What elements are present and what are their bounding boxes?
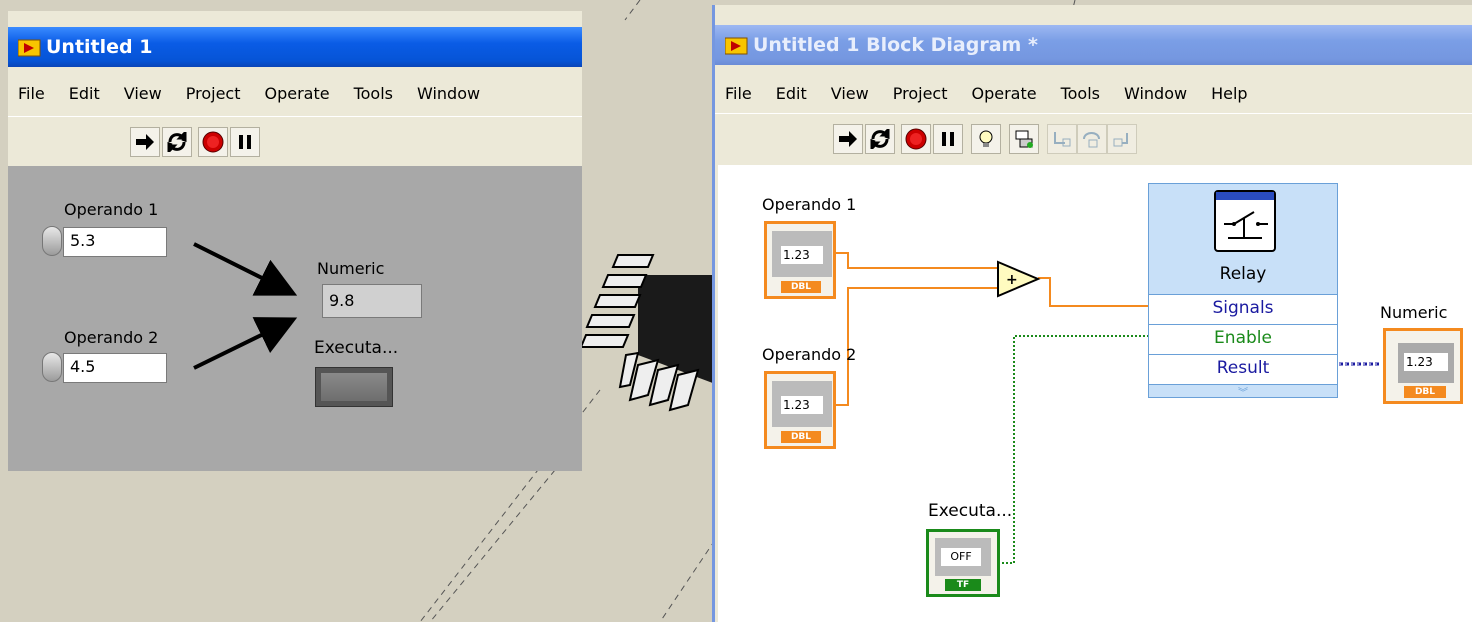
bd-op2-value-display: 1.23 — [781, 396, 823, 414]
labview-app-icon — [17, 38, 41, 57]
abort-icon[interactable] — [901, 124, 931, 154]
menu-project[interactable]: Project — [893, 84, 948, 103]
relay-enable-input[interactable]: Enable — [1149, 324, 1337, 354]
menu-view[interactable]: View — [831, 84, 869, 103]
bd-execute-tf-tag: TF — [945, 579, 981, 591]
bd-execute-label: Executa... — [928, 501, 1013, 521]
menu-file[interactable]: File — [725, 84, 752, 103]
step-over-icon[interactable] — [1077, 124, 1107, 154]
front-panel-menubar: File Edit View Project Operate Tools Win… — [8, 79, 582, 107]
execute-label: Executa... — [314, 338, 399, 358]
relay-signals-input[interactable]: Signals — [1149, 294, 1337, 324]
operando-2-spinner[interactable] — [42, 352, 62, 382]
add-function-node[interactable]: + — [996, 260, 1042, 300]
menu-view[interactable]: View — [124, 84, 162, 103]
front-panel-canvas: Operando 1 5.3 Operando 2 4.5 Numeric 9.… — [8, 166, 582, 471]
bd-operando-1-label: Operando 1 — [762, 195, 857, 214]
run-arrow-icon[interactable] — [130, 127, 160, 157]
pause-icon[interactable] — [230, 127, 260, 157]
step-into-icon[interactable] — [1047, 124, 1077, 154]
add-symbol: + — [1006, 272, 1018, 288]
block-diagram-titlebar[interactable]: Untitled 1 Block Diagram * — [715, 25, 1472, 65]
menu-help[interactable]: Help — [1211, 84, 1247, 103]
menu-tools[interactable]: Tools — [354, 84, 393, 103]
operando-1-label: Operando 1 — [64, 200, 159, 219]
menu-edit[interactable]: Edit — [776, 84, 807, 103]
front-panel-window: Untitled 1 File Edit View Project Operat… — [8, 11, 582, 471]
retain-wire-values-icon[interactable] — [1009, 124, 1039, 154]
menu-file[interactable]: File — [18, 84, 45, 103]
bd-operando-1-terminal[interactable]: 1.23 DBL — [764, 221, 836, 299]
step-out-icon[interactable] — [1107, 124, 1137, 154]
block-diagram-menubar: File Edit View Project Operate Tools Win… — [715, 79, 1472, 107]
operando-2-input[interactable]: 4.5 — [63, 353, 167, 383]
arrows-annotation — [193, 242, 298, 370]
run-continuously-icon[interactable] — [865, 124, 895, 154]
abort-icon[interactable] — [198, 127, 228, 157]
front-panel-title: Untitled 1 — [46, 36, 153, 58]
menu-window[interactable]: Window — [417, 84, 480, 103]
block-diagram-toolbar — [715, 113, 1472, 164]
relay-switch-icon — [1214, 190, 1276, 252]
front-panel-titlebar[interactable]: Untitled 1 — [8, 27, 582, 67]
chip-illustration — [579, 254, 718, 412]
bd-numeric-label: Numeric — [1380, 303, 1448, 322]
relay-title: Relay — [1219, 264, 1267, 284]
pause-icon[interactable] — [933, 124, 963, 154]
menu-operate[interactable]: Operate — [264, 84, 329, 103]
bd-execute-off-display: OFF — [941, 548, 981, 566]
block-diagram-title: Untitled 1 Block Diagram * — [753, 34, 1038, 56]
menu-operate[interactable]: Operate — [971, 84, 1036, 103]
bd-numeric-dbl-tag: DBL — [1404, 386, 1446, 398]
execute-button[interactable] — [315, 367, 393, 407]
expand-chevron-icon[interactable]: ︾ — [1149, 384, 1337, 399]
operando-2-label: Operando 2 — [64, 328, 159, 347]
run-continuously-icon[interactable] — [162, 127, 192, 157]
bd-operando-2-terminal[interactable]: 1.23 DBL — [764, 371, 836, 449]
menu-window[interactable]: Window — [1124, 84, 1187, 103]
labview-app-icon — [724, 36, 748, 55]
numeric-indicator: 9.8 — [322, 284, 422, 318]
bd-numeric-terminal[interactable]: 1.23 DBL — [1383, 328, 1463, 404]
highlight-execution-icon[interactable] — [971, 124, 1001, 154]
menu-project[interactable]: Project — [186, 84, 241, 103]
block-diagram-window: Untitled 1 Block Diagram * File Edit Vie… — [712, 5, 1472, 622]
menu-edit[interactable]: Edit — [69, 84, 100, 103]
operando-1-input[interactable]: 5.3 — [63, 227, 167, 257]
operando-1-spinner[interactable] — [42, 226, 62, 256]
menu-tools[interactable]: Tools — [1061, 84, 1100, 103]
bd-op2-dbl-tag: DBL — [781, 431, 821, 443]
bd-operando-2-label: Operando 2 — [762, 345, 857, 364]
front-panel-toolbar — [8, 116, 582, 167]
block-diagram-canvas: Operando 1 1.23 DBL Operando 2 1.23 DBL … — [718, 165, 1472, 622]
relay-express-vi[interactable]: Relay Signals Enable Result ︾ — [1148, 183, 1338, 399]
bd-numeric-value-display: 1.23 — [1404, 353, 1448, 371]
bd-execute-terminal[interactable]: OFF TF — [926, 529, 1000, 597]
bd-op1-value-display: 1.23 — [781, 246, 823, 264]
relay-result-output[interactable]: Result — [1149, 354, 1337, 385]
bd-op1-dbl-tag: DBL — [781, 281, 821, 293]
numeric-label: Numeric — [317, 259, 385, 278]
run-arrow-icon[interactable] — [833, 124, 863, 154]
